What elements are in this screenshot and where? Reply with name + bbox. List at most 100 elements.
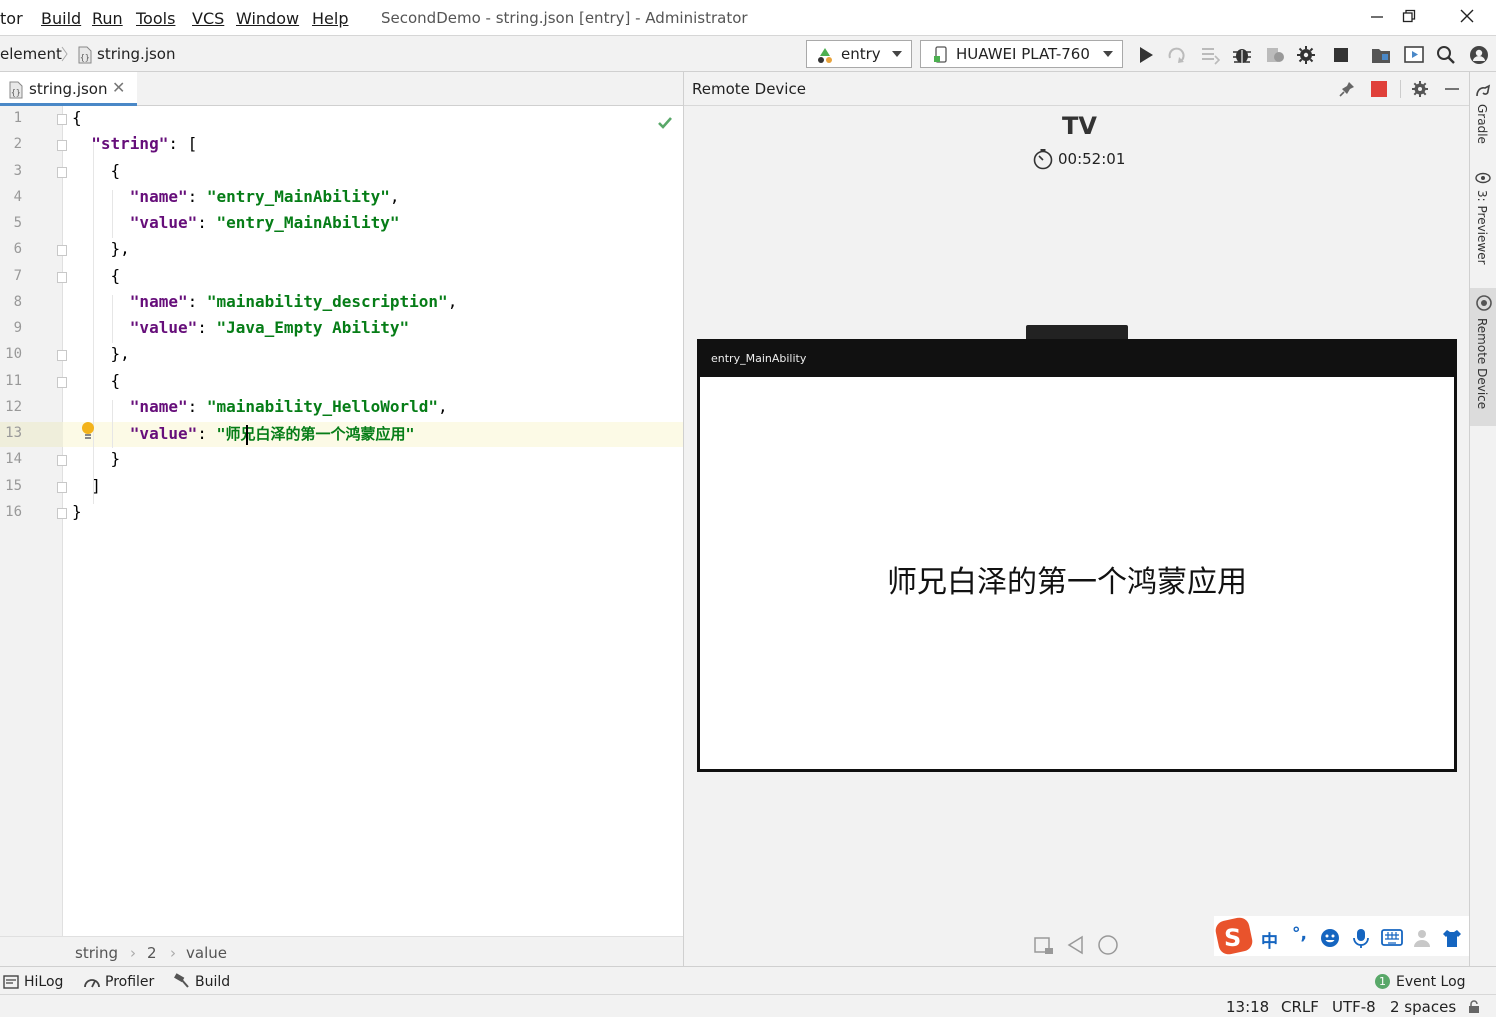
skin-shirt-icon[interactable] [1441, 928, 1463, 948]
recent-apps-icon[interactable] [1033, 934, 1055, 956]
line-number: 6 [13, 241, 22, 257]
fold-marker[interactable] [57, 140, 67, 151]
fold-marker[interactable] [57, 377, 67, 388]
chevron-down-icon [892, 51, 902, 57]
gear-icon[interactable] [1411, 80, 1429, 98]
tab-string-json[interactable]: {} string.json ✕ [0, 72, 137, 106]
menu-window[interactable]: Window [236, 9, 299, 28]
status-bar: 13:18 CRLF UTF-8 2 spaces [0, 994, 1496, 1017]
json-file-icon: {} [9, 81, 23, 99]
fold-marker[interactable] [57, 245, 67, 256]
code-line: }, [110, 344, 130, 363]
line-number: 16 [5, 504, 22, 520]
svg-text:S: S [1224, 924, 1241, 952]
svg-text:{}: {} [11, 88, 21, 97]
run-icon[interactable] [1135, 44, 1157, 66]
line-number: 3 [13, 163, 22, 179]
fold-marker[interactable] [57, 272, 67, 283]
stop-icon[interactable] [1330, 44, 1352, 66]
crumb-string[interactable]: string [75, 944, 118, 962]
microphone-icon[interactable] [1351, 928, 1371, 948]
breadcrumb-element[interactable]: element [0, 45, 62, 63]
fold-marker[interactable] [57, 482, 67, 493]
menu-build[interactable]: Build [41, 9, 81, 28]
line-number: 11 [5, 373, 22, 389]
code-line: "name": "entry_MainAbility", [129, 187, 400, 206]
lock-icon[interactable] [1467, 1000, 1481, 1014]
project-structure-icon[interactable] [1370, 44, 1392, 66]
panel-title: Remote Device [692, 80, 806, 98]
line-number: 10 [5, 346, 22, 362]
menu-editor[interactable]: tor [0, 9, 23, 28]
fold-marker[interactable] [57, 508, 67, 519]
breadcrumb-file[interactable]: string.json [97, 45, 176, 63]
json-file-icon: {} [78, 46, 92, 64]
code-line: { [72, 108, 82, 127]
device-select[interactable]: HUAWEI PLAT-760 [920, 40, 1123, 68]
restore-button[interactable] [1389, 4, 1429, 32]
device-manager-icon[interactable] [1403, 44, 1425, 66]
profiler-gauge-icon [84, 979, 100, 988]
user-icon[interactable] [1412, 928, 1432, 948]
file-encoding[interactable]: UTF-8 [1332, 998, 1376, 1016]
menu-vcs[interactable]: VCS [192, 9, 224, 28]
apply-changes-icon[interactable] [1166, 44, 1188, 66]
tool-gradle[interactable]: Gradle [1475, 104, 1489, 144]
menu-run[interactable]: Run [92, 9, 123, 28]
fold-marker[interactable] [57, 350, 67, 361]
tab-label: string.json [29, 80, 108, 98]
line-number: 4 [13, 189, 22, 205]
tv-screen[interactable]: 师兄白泽的第一个鸿蒙应用 [700, 377, 1454, 769]
tool-event-log[interactable]: Event Log [1396, 974, 1466, 990]
debug-icon[interactable] [1231, 44, 1253, 66]
minimize-panel-icon[interactable] [1443, 80, 1461, 98]
ide-window: tor Build Run Tools VCS Window Help Seco… [0, 0, 1496, 1017]
module-select[interactable]: entry [806, 40, 912, 68]
navigation-toolbar: element {} string.json entry HUAWEI PLAT… [0, 36, 1496, 72]
home-icon[interactable] [1097, 934, 1119, 956]
pin-icon[interactable] [1338, 80, 1356, 98]
profile-icon[interactable] [1295, 44, 1317, 66]
close-window-button[interactable] [1447, 4, 1487, 32]
previewer-eye-icon [1475, 172, 1491, 184]
search-icon[interactable] [1435, 44, 1457, 66]
fold-marker[interactable] [57, 114, 67, 125]
svg-text:{}: {} [80, 53, 90, 62]
stop-remote-icon[interactable] [1370, 80, 1388, 98]
device-timer: 00:52:01 [1058, 150, 1126, 168]
chevron-right-icon: › [130, 944, 136, 962]
line-number: 13 [5, 425, 22, 441]
tool-remote-device[interactable]: Remote Device [1475, 318, 1489, 409]
indent-setting[interactable]: 2 spaces [1390, 998, 1456, 1016]
tool-hilog[interactable]: HiLog [24, 974, 63, 990]
menu-tools[interactable]: Tools [136, 9, 175, 28]
line-separator[interactable]: CRLF [1281, 998, 1319, 1016]
code-line: ] [91, 476, 101, 495]
code-editor[interactable]: 1 2 3 4 5 6 7 8 9 10 11 12 13 14 15 16 {… [0, 106, 683, 936]
punctuation-icon[interactable]: °, [1292, 924, 1307, 944]
menu-help[interactable]: Help [312, 9, 348, 28]
crumb-value[interactable]: value [186, 944, 227, 962]
apply-code-changes-icon[interactable] [1199, 44, 1221, 66]
code-line: } [72, 502, 82, 521]
emoji-icon[interactable] [1320, 928, 1340, 948]
close-tab-icon[interactable]: ✕ [112, 78, 125, 97]
tool-previewer[interactable]: 3: Previewer [1475, 190, 1489, 265]
code-line: "name": "mainability_HelloWorld", [129, 397, 448, 416]
line-number: 15 [5, 478, 22, 494]
gradle-icon [1476, 84, 1491, 97]
tool-build[interactable]: Build [195, 974, 230, 990]
sogou-logo-icon[interactable]: S [1214, 916, 1256, 956]
app-title: entry_MainAbility [711, 352, 807, 365]
tool-profiler[interactable]: Profiler [105, 974, 154, 990]
code-line: "value": "entry_MainAbility" [129, 213, 400, 232]
fold-marker[interactable] [57, 455, 67, 466]
ime-mode[interactable]: 中 [1261, 927, 1278, 952]
crumb-index[interactable]: 2 [147, 944, 157, 962]
attach-debugger-icon[interactable] [1264, 44, 1286, 66]
keyboard-icon[interactable] [1381, 928, 1403, 948]
back-icon[interactable] [1065, 934, 1087, 956]
fold-marker[interactable] [57, 167, 67, 178]
caret-position[interactable]: 13:18 [1226, 998, 1269, 1016]
account-icon[interactable] [1468, 44, 1490, 66]
